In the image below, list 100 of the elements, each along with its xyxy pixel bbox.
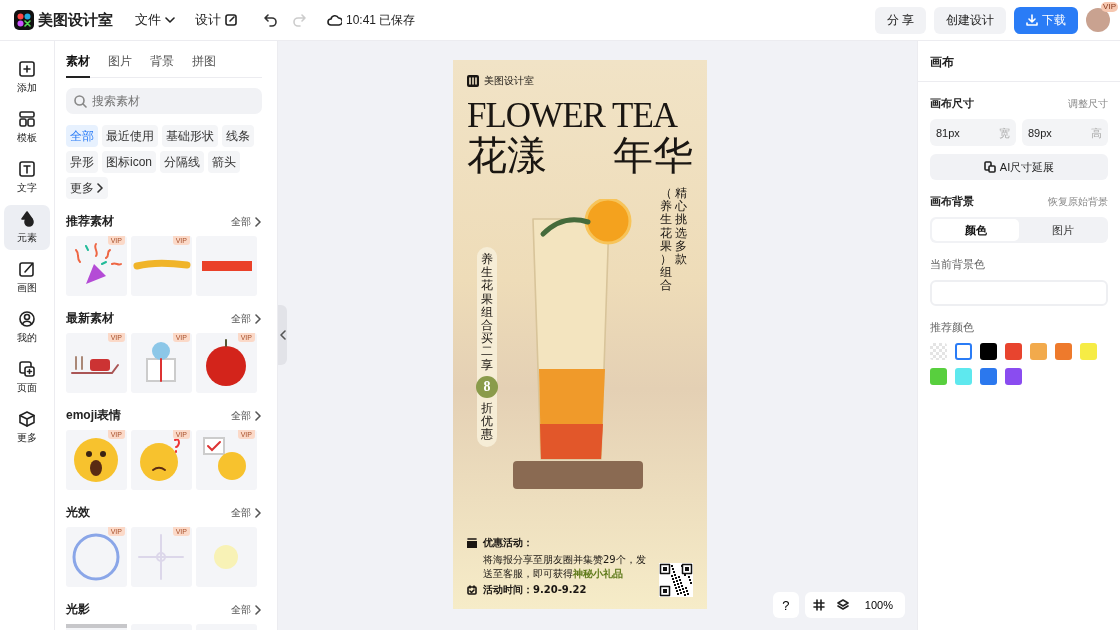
poster[interactable]: 美图设计室 FLOWER TEA 花漾 年华 养生花果组合买二享 8 折优惠 （养生花果）组合 精心挑选多款 优惠活动： 将海报分享至朋友圈并集赞29个，发送至客服，即可获得神秘小礼品 活动时间：9.20-9.22 xyxy=(453,60,707,609)
color-swatch[interactable] xyxy=(930,368,947,385)
panel-tab[interactable]: 背景 xyxy=(150,53,174,78)
panel-tab[interactable]: 素材 xyxy=(66,53,90,78)
color-swatch[interactable] xyxy=(1055,343,1072,360)
filter-chip[interactable]: 异形 xyxy=(66,151,98,173)
color-swatch[interactable] xyxy=(1080,343,1097,360)
color-swatch[interactable] xyxy=(955,343,972,360)
menu-button[interactable]: 文件 xyxy=(135,11,175,29)
segment-tab[interactable]: 图片 xyxy=(1019,219,1106,241)
plus-icon xyxy=(18,60,36,78)
sidebar-item[interactable]: 文字 xyxy=(4,155,50,200)
filter-chip[interactable]: 图标icon xyxy=(102,151,156,173)
search-icon xyxy=(74,95,87,108)
color-swatch[interactable] xyxy=(1005,368,1022,385)
qr-code xyxy=(659,563,693,597)
see-all-link[interactable]: 全部 xyxy=(231,408,262,423)
chevron-right-icon xyxy=(254,313,262,324)
bubble-sticker xyxy=(72,533,120,581)
filter-chip[interactable]: 基础形状 xyxy=(162,125,218,147)
sleigh-sticker xyxy=(71,356,119,374)
scared-face-sticker xyxy=(74,438,118,482)
action-button[interactable]: 创建设计 xyxy=(934,6,1006,34)
glow-sticker xyxy=(214,545,238,569)
sidebar-item[interactable]: 元素 xyxy=(4,205,50,250)
help-button[interactable]: ? xyxy=(772,592,799,618)
confetti-sticker xyxy=(75,243,122,284)
section-label: 画布背景 xyxy=(930,194,974,209)
ai-extend-button[interactable]: AI尺寸延展 xyxy=(930,154,1108,180)
filter-chip[interactable]: 更多 xyxy=(66,177,108,199)
section-title: 最新素材 xyxy=(66,310,114,327)
section-title: 光效 xyxy=(66,504,90,521)
menu-button[interactable]: 设计 xyxy=(195,11,237,29)
brand-logo-icon xyxy=(467,75,479,87)
color-swatch[interactable] xyxy=(980,368,997,385)
field-label: 推荐颜色 xyxy=(930,320,975,335)
section-title: 光影 xyxy=(66,601,90,618)
sticker-thumbnail[interactable] xyxy=(196,527,257,587)
see-all-link[interactable]: 全部 xyxy=(231,505,262,520)
stripe-sticker xyxy=(202,261,252,271)
save-status: 10:41 已保存 xyxy=(346,11,416,29)
sidebar-item[interactable]: 更多 xyxy=(4,405,50,450)
vertical-text: 养生花果组合买二享 xyxy=(481,253,493,372)
sidebar-item[interactable]: 画图 xyxy=(4,255,50,300)
color-swatch[interactable] xyxy=(1005,343,1022,360)
shapes-icon xyxy=(18,210,36,228)
transparent-swatch[interactable] xyxy=(930,343,947,360)
undo-icon[interactable] xyxy=(263,13,279,27)
sticker-thumbnail[interactable] xyxy=(196,236,257,296)
vertical-text: （养生花果）组合 xyxy=(660,187,672,293)
color-swatch[interactable] xyxy=(955,368,972,385)
caret-down-icon xyxy=(165,16,175,24)
zoom-level[interactable]: 100% xyxy=(860,599,897,611)
app-logo-icon xyxy=(14,10,34,30)
panel-tab[interactable]: 图片 xyxy=(108,53,132,78)
see-all-link[interactable]: 全部 xyxy=(231,602,262,617)
text-link[interactable]: 调整尺寸 xyxy=(1068,96,1108,111)
grid-icon[interactable] xyxy=(812,599,825,611)
cloud-icon xyxy=(327,14,342,26)
calendar-icon xyxy=(467,585,477,595)
filter-chip[interactable]: 最近使用 xyxy=(102,125,158,147)
thinking-face-sticker xyxy=(140,438,180,481)
sidebar-item[interactable]: 添加 xyxy=(4,55,50,100)
filter-chip[interactable]: 线条 xyxy=(222,125,254,147)
chevron-right-icon xyxy=(254,604,262,615)
segment-tab[interactable]: 颜色 xyxy=(932,219,1019,241)
poster-headline: 花漾 xyxy=(467,133,547,177)
panel-tab[interactable]: 拼图 xyxy=(192,53,216,78)
page-icon xyxy=(18,360,36,378)
sparkle-sticker xyxy=(138,534,184,580)
search-field[interactable]: 搜索素材 xyxy=(66,88,262,114)
vertical-text: 精心挑选多款 xyxy=(675,187,687,268)
apple-sticker xyxy=(206,339,246,386)
download-button[interactable]: 下载 xyxy=(1014,6,1078,34)
edit-icon xyxy=(225,14,237,26)
brush-stroke-sticker xyxy=(133,259,191,270)
cube-icon xyxy=(18,410,36,428)
filter-chip[interactable]: 箭头 xyxy=(208,151,240,173)
vertical-text: 折优惠 xyxy=(481,401,493,442)
layers-icon[interactable] xyxy=(836,599,849,611)
vip-badge: VIP xyxy=(1101,2,1118,12)
see-all-link[interactable]: 全部 xyxy=(231,214,262,229)
sidebar-item[interactable]: 我的 xyxy=(4,305,50,350)
chevron-right-icon xyxy=(254,507,262,518)
texture-sticker xyxy=(66,624,127,628)
action-button[interactable]: 分 享 xyxy=(874,6,926,34)
color-swatch[interactable] xyxy=(980,343,997,360)
color-swatch[interactable] xyxy=(1030,343,1047,360)
chevron-left-icon xyxy=(279,330,286,340)
resize-icon xyxy=(983,161,996,173)
collapse-handle[interactable] xyxy=(278,305,287,365)
panel-title: 画布 xyxy=(918,41,1120,82)
see-all-link[interactable]: 全部 xyxy=(231,311,262,326)
sidebar-item[interactable]: 页面 xyxy=(4,355,50,400)
avatar[interactable] xyxy=(1086,8,1110,32)
sidebar-item[interactable]: 模板 xyxy=(4,105,50,150)
filter-chip[interactable]: 分隔线 xyxy=(160,151,204,173)
filter-chip[interactable]: 全部 xyxy=(66,125,98,147)
text-link[interactable]: 恢复原始背景 xyxy=(1048,194,1108,209)
user-icon xyxy=(18,310,36,328)
